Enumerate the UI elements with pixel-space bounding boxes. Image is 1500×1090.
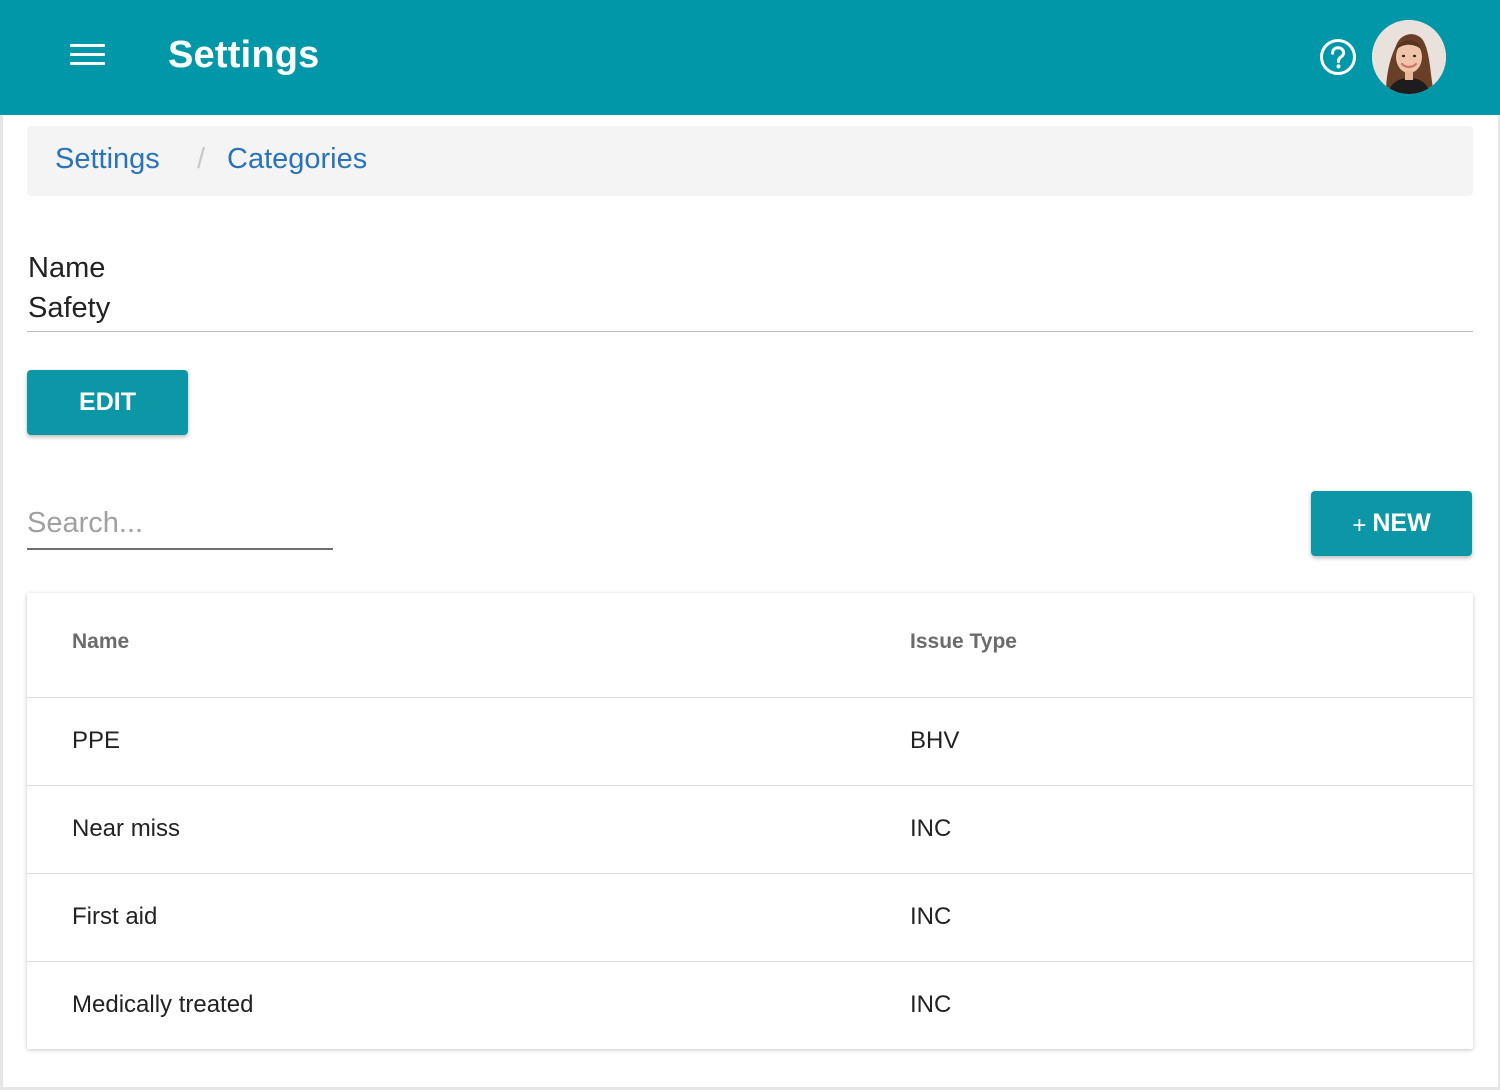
breadcrumb-separator: / [197, 143, 206, 175]
column-header-issue-type[interactable]: Issue Type [910, 630, 1017, 654]
cell-issue-type: INC [910, 991, 952, 1018]
breadcrumb: Settings / Categories [27, 126, 1473, 196]
help-circle-icon[interactable] [1319, 38, 1357, 76]
new-button-label: NEW [1372, 509, 1431, 537]
cell-name: Medically treated [72, 991, 254, 1018]
user-avatar[interactable] [1372, 20, 1446, 94]
categories-table: Name Issue Type PPE BHV Near miss INC Fi… [27, 593, 1473, 1049]
cell-issue-type: INC [910, 903, 952, 930]
cell-name: Near miss [72, 815, 181, 842]
edit-button[interactable]: EDIT [27, 370, 188, 435]
cell-name: PPE [72, 727, 121, 754]
search-input[interactable] [27, 498, 333, 550]
table-row[interactable]: PPE BHV [27, 697, 1473, 786]
table-row[interactable]: Near miss INC [27, 785, 1473, 874]
table-header: Name Issue Type [27, 593, 1473, 698]
breadcrumb-item-settings[interactable]: Settings [55, 143, 160, 176]
hamburger-menu-icon[interactable] [70, 44, 106, 68]
name-field-value: Safety [28, 292, 111, 324]
name-field-label: Name [28, 252, 106, 284]
name-field-underline [27, 331, 1473, 332]
cell-issue-type: BHV [910, 727, 960, 754]
edit-button-label: EDIT [79, 388, 136, 416]
app-bar: Settings [0, 0, 1500, 115]
page-title: Settings [168, 34, 320, 76]
cell-issue-type: INC [910, 815, 952, 842]
column-header-name[interactable]: Name [72, 630, 129, 654]
table-row[interactable]: First aid INC [27, 873, 1473, 962]
cell-name: First aid [72, 903, 158, 930]
breadcrumb-item-categories[interactable]: Categories [227, 143, 367, 176]
table-row[interactable]: Medically treated INC [27, 961, 1473, 1049]
plus-icon: + [1352, 511, 1367, 539]
new-category-button[interactable]: + NEW [1311, 491, 1472, 556]
